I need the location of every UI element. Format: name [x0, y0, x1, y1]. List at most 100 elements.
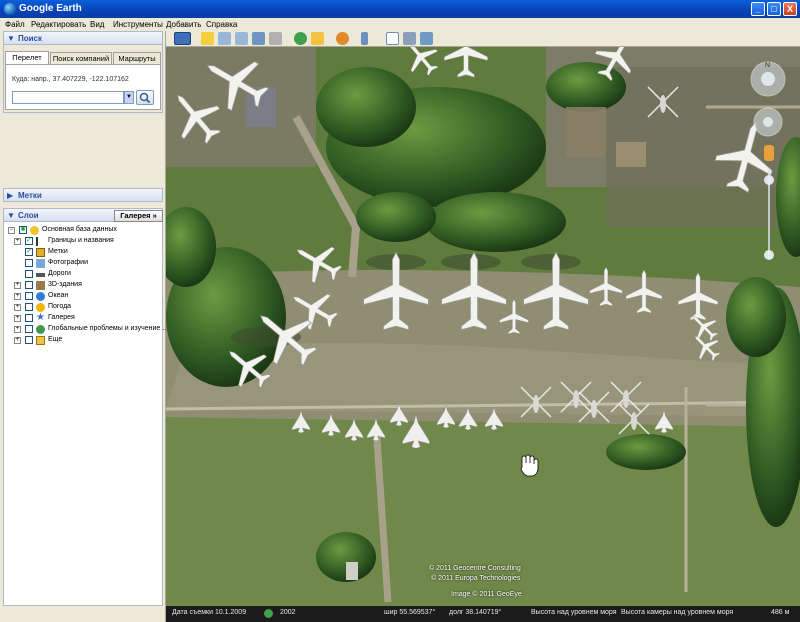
- map-view[interactable]: N © 2011 Geocentre Consulting © 2011 Eur…: [166, 47, 800, 606]
- search-button[interactable]: [136, 90, 154, 105]
- layer-label: Погода: [48, 303, 72, 310]
- menu-bar: Файл Редактировать Вид Инструменты Добав…: [0, 18, 800, 31]
- search-tabs: Перелет Поиск компаний Маршруты: [3, 51, 163, 64]
- layer-checkbox[interactable]: [25, 281, 33, 289]
- switch-to-sky-icon[interactable]: [336, 32, 349, 45]
- maximize-button[interactable]: □: [767, 2, 781, 16]
- eye-altitude-readout: Высота камеры над уровнем моря: [621, 609, 734, 616]
- search-panel-header[interactable]: ▼ Поиск: [3, 31, 163, 45]
- expand-toggle[interactable]: +: [14, 282, 21, 289]
- view-in-maps-icon[interactable]: [420, 32, 433, 45]
- layer-label: Глобальные проблемы и изучение ...: [48, 325, 169, 332]
- tab-business-search[interactable]: Поиск компаний: [50, 52, 112, 64]
- print-icon[interactable]: [403, 32, 416, 45]
- places-icon: [36, 248, 45, 257]
- places-header-label: Метки: [18, 191, 42, 200]
- sunlight-icon[interactable]: [311, 32, 324, 45]
- copyright-2: © 2011 Europa Technologies: [431, 575, 521, 582]
- search-hint: Куда: напр., 37.407229, -122.107162: [12, 76, 129, 83]
- layer-checkbox[interactable]: [25, 270, 33, 278]
- minimize-button[interactable]: _: [751, 2, 765, 16]
- layer-checkbox[interactable]: ■: [19, 226, 27, 234]
- layer-label: Океан: [48, 292, 69, 299]
- add-placemark-icon[interactable]: [201, 32, 214, 45]
- longitude-readout: долг 38.140719°: [449, 609, 502, 616]
- gallery-star-icon: ★: [36, 312, 45, 323]
- menu-tools[interactable]: Инструменты: [113, 20, 163, 29]
- magnifier-icon: [139, 92, 151, 104]
- layer-checkbox[interactable]: ✓: [25, 237, 33, 245]
- layer-label: 3D-здания: [48, 281, 82, 288]
- places-panel-header[interactable]: ▶ Метки: [3, 188, 163, 202]
- historical-imagery-icon[interactable]: [294, 32, 307, 45]
- menu-add[interactable]: Добавить: [166, 20, 201, 29]
- copyright-1: © 2011 Geocentre Consulting: [429, 565, 521, 572]
- layer-checkbox[interactable]: [25, 259, 33, 267]
- elevation-readout: Высота над уровнем моря: [531, 609, 617, 616]
- satellite-imagery[interactable]: N: [166, 47, 800, 606]
- search-history-dropdown[interactable]: ▼: [124, 91, 134, 104]
- toolbar: [166, 31, 800, 47]
- tab-fly-to[interactable]: Перелет: [5, 51, 49, 64]
- latitude-readout: шир 55.569537°: [384, 609, 436, 616]
- tab-directions[interactable]: Маршруты: [113, 52, 161, 64]
- expand-toggle[interactable]: +: [14, 238, 21, 245]
- layer-label: Основная база данных: [42, 226, 117, 233]
- expand-toggle[interactable]: +: [14, 304, 21, 311]
- layers-header-label: Слои: [18, 211, 39, 220]
- historical-imagery-icon[interactable]: [264, 609, 273, 618]
- road-icon: [36, 273, 45, 277]
- expand-toggle[interactable]: +: [14, 293, 21, 300]
- layer-label: Метки: [48, 248, 68, 255]
- layer-checkbox[interactable]: [25, 303, 33, 311]
- layer-checkbox[interactable]: [25, 292, 33, 300]
- layer-checkbox[interactable]: [25, 325, 33, 333]
- layer-checkbox[interactable]: [25, 314, 33, 322]
- more-folder-icon: [36, 336, 45, 345]
- close-button[interactable]: X: [783, 2, 797, 16]
- menu-edit[interactable]: Редактировать: [31, 20, 86, 29]
- layer-label: Еще: [48, 336, 63, 343]
- copyright-3: Image © 2011 GeoEye: [451, 591, 522, 598]
- menu-help[interactable]: Справка: [206, 20, 237, 29]
- globe-database-icon: [30, 226, 39, 235]
- globe-icon: [36, 325, 45, 334]
- status-bar: Дата съемки 10.1.2009 2002 шир 55.569537…: [166, 606, 800, 622]
- expand-arrow-icon: ▶: [7, 191, 14, 200]
- search-input[interactable]: [12, 91, 124, 104]
- layer-label: Дороги: [48, 270, 71, 277]
- email-icon[interactable]: [386, 32, 399, 45]
- expand-toggle[interactable]: +: [14, 315, 21, 322]
- add-image-overlay-icon[interactable]: [252, 32, 265, 45]
- building-3d-icon: [36, 281, 45, 290]
- menu-view[interactable]: Вид: [90, 20, 104, 29]
- ruler-icon[interactable]: [361, 32, 368, 45]
- window-title: Google Earth: [19, 3, 82, 14]
- layer-checkbox[interactable]: ✓: [25, 248, 33, 256]
- google-earth-icon: [4, 3, 16, 15]
- photo-icon: [36, 259, 45, 268]
- ocean-icon: [36, 292, 45, 301]
- imagery-date: Дата съемки 10.1.2009: [172, 609, 247, 616]
- flag-icon: [36, 237, 45, 246]
- svg-text:N: N: [765, 62, 770, 69]
- layer-label: Фотографии: [48, 259, 89, 266]
- add-path-icon[interactable]: [235, 32, 248, 45]
- weather-sun-icon: [36, 303, 45, 312]
- layer-label: Галерея: [48, 314, 75, 321]
- layers-tree: [3, 222, 163, 606]
- menu-file[interactable]: Файл: [5, 20, 25, 29]
- sidebar-toggle-button[interactable]: [174, 32, 191, 45]
- gallery-button[interactable]: Галерея »: [114, 210, 163, 222]
- scale-readout: 486 м: [771, 609, 790, 616]
- expand-toggle[interactable]: −: [8, 227, 15, 234]
- expand-toggle[interactable]: +: [14, 337, 21, 344]
- layer-label: Границы и названия: [48, 237, 114, 244]
- add-polygon-icon[interactable]: [218, 32, 231, 45]
- layer-checkbox[interactable]: [25, 336, 33, 344]
- imagery-year: 2002: [280, 609, 296, 616]
- collapse-arrow-icon: ▼: [7, 211, 15, 220]
- record-tour-icon[interactable]: [269, 32, 282, 45]
- search-header-label: Поиск: [18, 34, 43, 43]
- expand-toggle[interactable]: +: [14, 326, 21, 333]
